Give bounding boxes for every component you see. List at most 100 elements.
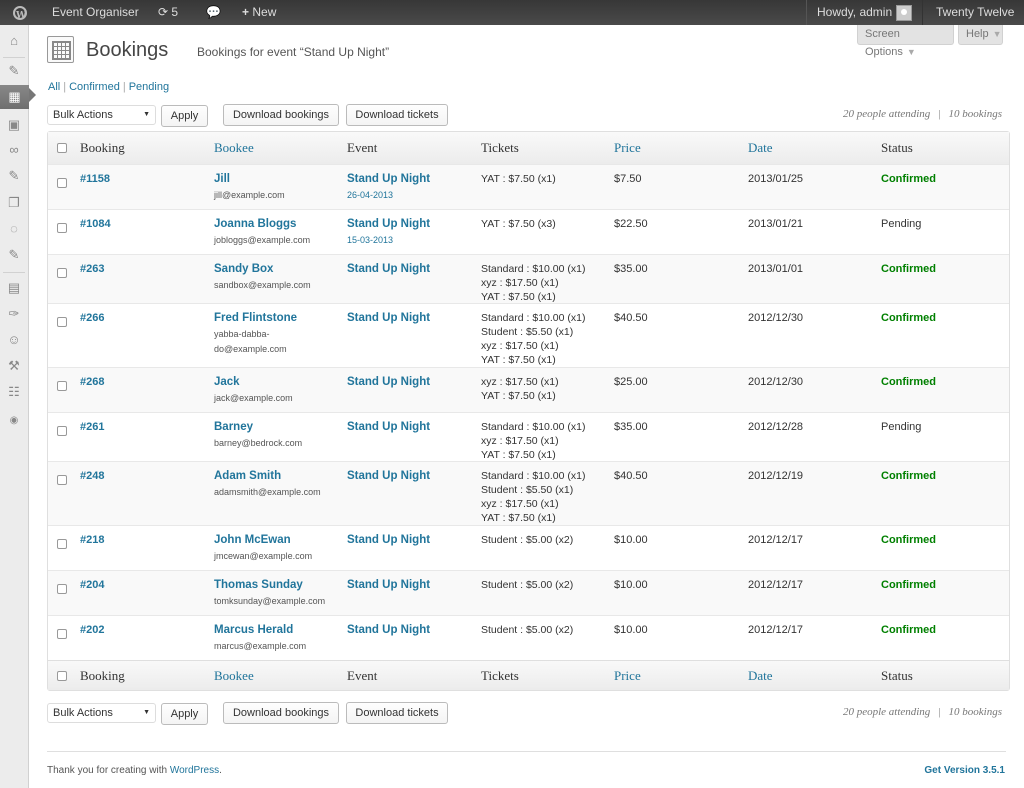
- comments-menu-icon[interactable]: ◌: [4, 219, 24, 239]
- appearance-icon[interactable]: ▤: [4, 278, 24, 298]
- tickets-cell: Student : $5.00 (x2): [481, 533, 573, 547]
- event-cell: Stand Up Night: [347, 578, 430, 592]
- pages-icon[interactable]: ❐: [4, 193, 24, 213]
- my-account-link[interactable]: Howdy, admin: [806, 0, 924, 25]
- links-icon[interactable]: ∞: [4, 140, 24, 160]
- event-date-link[interactable]: 26-04-2013: [347, 188, 430, 202]
- booking-id-link[interactable]: #248: [80, 469, 104, 483]
- screen-options-button[interactable]: Screen Options ▼: [857, 25, 954, 58]
- booking-id-link[interactable]: #204: [80, 578, 104, 592]
- event-link[interactable]: Stand Up Night: [347, 172, 430, 186]
- bookee-name-link[interactable]: Barney: [214, 420, 334, 434]
- download-tickets-button-bottom[interactable]: Download tickets: [346, 702, 448, 724]
- row-checkbox[interactable]: [57, 629, 67, 639]
- booking-id-link[interactable]: #218: [80, 533, 104, 547]
- column-price[interactable]: Price: [614, 140, 641, 156]
- row-checkbox[interactable]: [57, 223, 67, 233]
- filter-pending[interactable]: Pending: [129, 81, 169, 93]
- event-link[interactable]: Stand Up Night: [347, 420, 430, 434]
- filter-confirmed[interactable]: Confirmed: [69, 81, 120, 93]
- events-calendar-icon[interactable]: ▦: [0, 85, 36, 109]
- booking-id-link[interactable]: #268: [80, 375, 104, 389]
- users-icon[interactable]: ☺: [4, 330, 24, 350]
- site-name-link[interactable]: Event Organiser: [40, 0, 151, 25]
- bookee-name-link[interactable]: Marcus Herald: [214, 623, 334, 637]
- booking-id-link[interactable]: #263: [80, 262, 104, 276]
- bookee-cell: Barney barney@bedrock.com: [214, 420, 334, 451]
- dashboard-icon[interactable]: ⌂: [4, 31, 24, 51]
- row-checkbox[interactable]: [57, 584, 67, 594]
- select-all-checkbox[interactable]: [57, 143, 67, 153]
- bookee-name-link[interactable]: Jill: [214, 172, 334, 186]
- event-link[interactable]: Stand Up Night: [347, 217, 430, 231]
- theme-link[interactable]: Twenty Twelve: [924, 0, 1024, 25]
- event-link[interactable]: Stand Up Night: [347, 469, 430, 483]
- event-link[interactable]: Stand Up Night: [347, 262, 430, 276]
- event-link[interactable]: Stand Up Night: [347, 623, 430, 637]
- bookee-name-link[interactable]: Sandy Box: [214, 262, 334, 276]
- column-bookee[interactable]: Bookee: [214, 140, 254, 156]
- footer-thanks-text: Thank you for creating with: [47, 765, 170, 776]
- apply-button-bottom[interactable]: Apply: [161, 703, 208, 725]
- download-bookings-button-bottom[interactable]: Download bookings: [223, 702, 339, 724]
- row-checkbox[interactable]: [57, 381, 67, 391]
- event-cell: Stand Up Night 26-04-2013: [347, 172, 430, 202]
- status-badge: Confirmed: [881, 579, 936, 591]
- download-tickets-button[interactable]: Download tickets: [346, 104, 448, 126]
- row-checkbox[interactable]: [57, 268, 67, 278]
- posts-pin-icon[interactable]: ✎: [4, 61, 24, 81]
- column-date[interactable]: Date: [748, 668, 773, 684]
- get-version-link[interactable]: Get Version 3.5.1: [924, 765, 1005, 776]
- booking-id-link[interactable]: #1084: [80, 217, 111, 231]
- date-cell: 2012/12/17: [748, 624, 804, 636]
- bookee-cell: Thomas Sunday tomksunday@example.com: [214, 578, 334, 609]
- wordpress-link[interactable]: WordPress: [170, 765, 219, 776]
- event-link[interactable]: Stand Up Night: [347, 311, 430, 325]
- row-checkbox[interactable]: [57, 539, 67, 549]
- bookee-name-link[interactable]: John McEwan: [214, 533, 334, 547]
- column-date[interactable]: Date: [748, 140, 773, 156]
- tools-icon[interactable]: ⚒: [4, 356, 24, 376]
- bookee-name-link[interactable]: Joanna Bloggs: [214, 217, 334, 231]
- bookee-name-link[interactable]: Thomas Sunday: [214, 578, 334, 592]
- pin-icon[interactable]: ✎: [4, 166, 24, 186]
- collapse-menu-icon[interactable]: ◉: [4, 411, 24, 431]
- select-all-checkbox-bottom[interactable]: [57, 671, 67, 681]
- column-bookee[interactable]: Bookee: [214, 668, 254, 684]
- price-cell: $40.50: [614, 470, 648, 482]
- settings-icon[interactable]: ☷: [4, 382, 24, 402]
- new-content-link[interactable]: + New: [232, 0, 286, 25]
- bookee-name-link[interactable]: Fred Flintstone: [214, 311, 334, 325]
- ticket-line: Standard : $10.00 (x1): [481, 470, 586, 482]
- booking-id-link[interactable]: #1158: [80, 172, 110, 186]
- bookee-name-link[interactable]: Adam Smith: [214, 469, 334, 483]
- event-link[interactable]: Stand Up Night: [347, 533, 430, 547]
- help-button[interactable]: Help ▼: [958, 25, 1003, 45]
- event-link[interactable]: Stand Up Night: [347, 375, 430, 389]
- apply-button[interactable]: Apply: [161, 105, 208, 127]
- column-price[interactable]: Price: [614, 668, 641, 684]
- date-cell: 2012/12/30: [748, 376, 804, 388]
- filter-all[interactable]: All: [48, 81, 60, 93]
- bulk-actions-select[interactable]: Bulk Actions: [47, 105, 156, 125]
- event-link[interactable]: Stand Up Night: [347, 578, 430, 592]
- row-checkbox[interactable]: [57, 475, 67, 485]
- row-checkbox[interactable]: [57, 317, 67, 327]
- event-cell: Stand Up Night 15-03-2013: [347, 217, 430, 247]
- download-bookings-button[interactable]: Download bookings: [223, 104, 339, 126]
- media-icon[interactable]: ▣: [4, 115, 24, 135]
- feedback-pin-icon[interactable]: ✎: [4, 245, 24, 265]
- booking-id-link[interactable]: #202: [80, 623, 104, 637]
- wordpress-logo-icon[interactable]: [0, 0, 40, 29]
- row-checkbox[interactable]: [57, 178, 67, 188]
- bookee-name-link[interactable]: Jack: [214, 375, 334, 389]
- event-date-link[interactable]: 15-03-2013: [347, 233, 430, 247]
- booking-id-link[interactable]: #266: [80, 311, 104, 325]
- comments-icon[interactable]: 💬: [196, 0, 231, 25]
- bulk-actions-select-bottom[interactable]: Bulk Actions: [47, 703, 156, 723]
- row-checkbox[interactable]: [57, 426, 67, 436]
- plugins-icon[interactable]: ✑: [4, 304, 24, 324]
- refresh-icon: ⟳: [158, 5, 169, 19]
- booking-id-link[interactable]: #261: [80, 420, 104, 434]
- updates-link[interactable]: ⟳ 5: [148, 0, 188, 25]
